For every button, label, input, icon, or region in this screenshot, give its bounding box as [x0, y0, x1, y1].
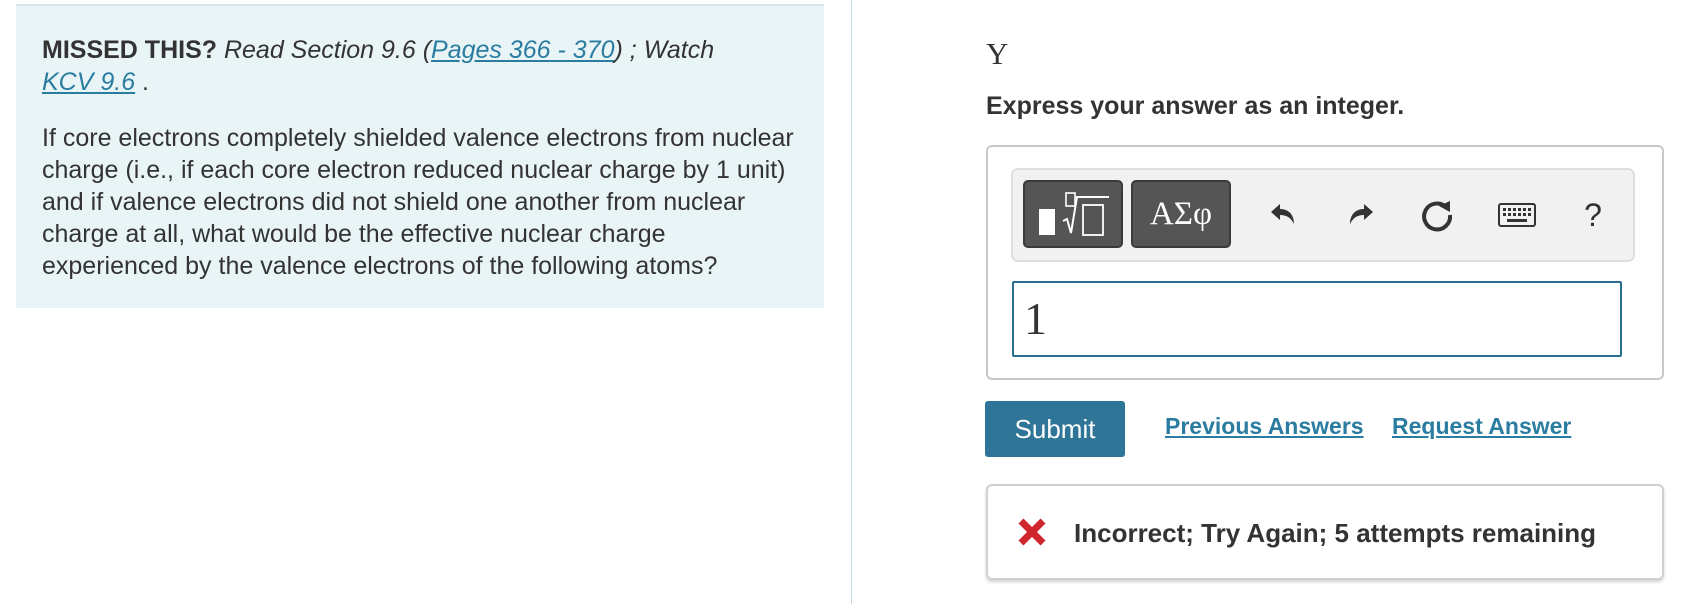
pages-link[interactable]: Pages 366 - 370	[431, 36, 614, 64]
kcv-link[interactable]: KCV 9.6	[42, 68, 135, 96]
reset-button[interactable]	[1407, 180, 1467, 250]
templates-icon	[1039, 192, 1109, 236]
redo-button[interactable]	[1331, 180, 1391, 250]
help-icon: ?	[1584, 196, 1602, 233]
feedback-message: Incorrect; Try Again; 5 attempts remaini…	[1074, 518, 1597, 548]
previous-answers-link[interactable]: Previous Answers	[1165, 413, 1364, 440]
help-button[interactable]: ?	[1563, 180, 1623, 250]
answer-input[interactable]: 1	[1012, 281, 1622, 357]
greek-symbols-button[interactable]: ΑΣφ	[1131, 180, 1231, 248]
submit-button[interactable]: Submit	[985, 401, 1125, 457]
read-section-text: Read Section 9.6 (	[223, 36, 432, 64]
request-answer-link[interactable]: Request Answer	[1392, 413, 1571, 440]
redo-icon	[1350, 204, 1373, 224]
keyboard-button[interactable]	[1487, 180, 1547, 250]
feedback-box: Incorrect; Try Again; 5 attempts remaini…	[986, 484, 1664, 580]
answer-instruction: Express your answer as an integer.	[986, 92, 1405, 120]
keyboard-icon	[1498, 203, 1536, 227]
math-toolbar: ΑΣφ ?	[1011, 168, 1635, 262]
watch-text: ) ; Watch	[614, 36, 715, 64]
period-text: .	[135, 68, 150, 96]
panel-divider	[851, 0, 852, 604]
incorrect-x-icon	[1018, 518, 1046, 546]
hint-panel: MISSED THIS? Read Section 9.6 (Pages 366…	[16, 4, 824, 308]
answer-box: ΑΣφ ? 1	[986, 145, 1664, 380]
greek-symbols-icon: ΑΣφ	[1149, 195, 1213, 232]
missed-this-label: MISSED THIS?	[42, 36, 218, 64]
undo-icon	[1271, 204, 1294, 224]
reset-icon	[1422, 201, 1453, 232]
part-variable: Y	[986, 36, 1009, 71]
templates-button[interactable]	[1023, 180, 1123, 248]
hint-line: MISSED THIS? Read Section 9.6 (Pages 366…	[42, 34, 798, 98]
undo-button[interactable]	[1253, 180, 1313, 250]
question-text: If core electrons completely shielded va…	[42, 124, 794, 280]
